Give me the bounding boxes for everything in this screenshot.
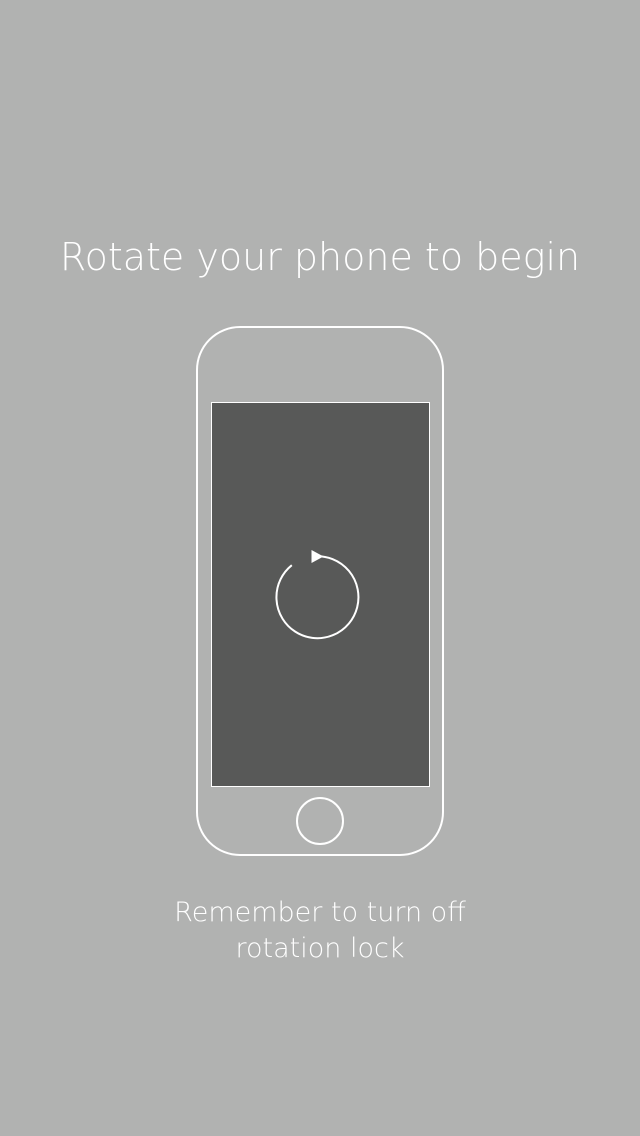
rotate-prompt-screen: Rotate your phone to begin Remember to t…	[0, 0, 640, 1136]
rotate-prompt-title: Rotate your phone to begin	[59, 235, 581, 279]
home-button-icon	[296, 797, 344, 845]
rotate-counterclockwise-icon	[275, 550, 360, 640]
rotation-lock-message-line-1: Remember to turn off	[174, 897, 466, 928]
rotation-lock-message-line-2: rotation lock	[235, 933, 405, 964]
rotation-lock-message: Remember to turn off rotation lock	[0, 895, 640, 967]
